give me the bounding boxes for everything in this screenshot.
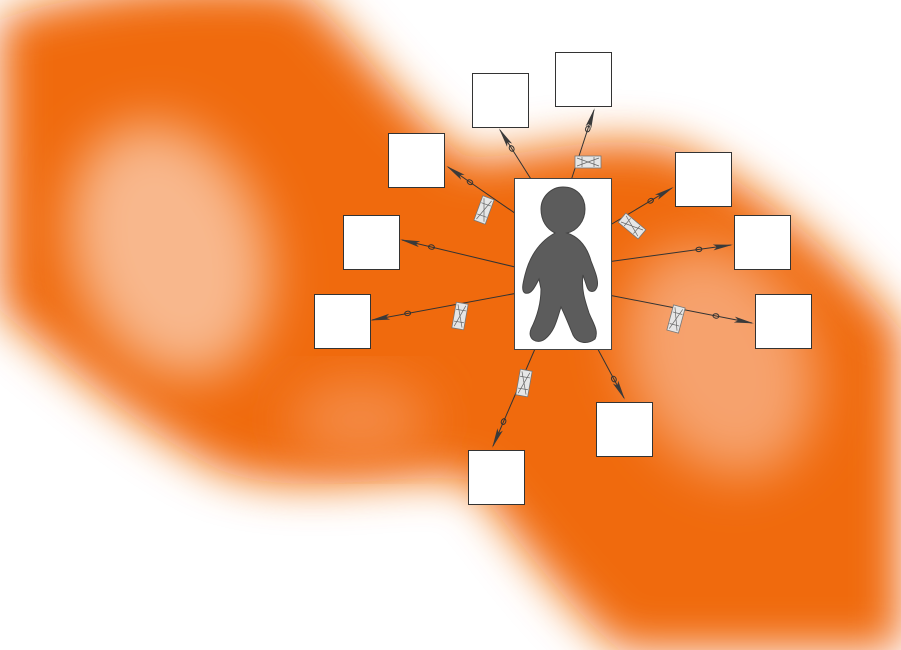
person-silhouette-icon [522, 186, 598, 343]
label-box-5[interactable] [343, 215, 400, 270]
label-box-3[interactable] [388, 133, 445, 188]
label-box-8[interactable] [755, 294, 812, 349]
label-box-6[interactable] [734, 215, 791, 270]
label-box-1[interactable] [472, 73, 529, 128]
figure-frame [514, 178, 612, 350]
label-box-2[interactable] [555, 52, 612, 107]
tag-icon [574, 155, 602, 169]
label-box-9[interactable] [596, 402, 653, 457]
label-box-7[interactable] [314, 294, 371, 349]
label-box-4[interactable] [675, 152, 732, 207]
label-box-10[interactable] [468, 450, 525, 505]
